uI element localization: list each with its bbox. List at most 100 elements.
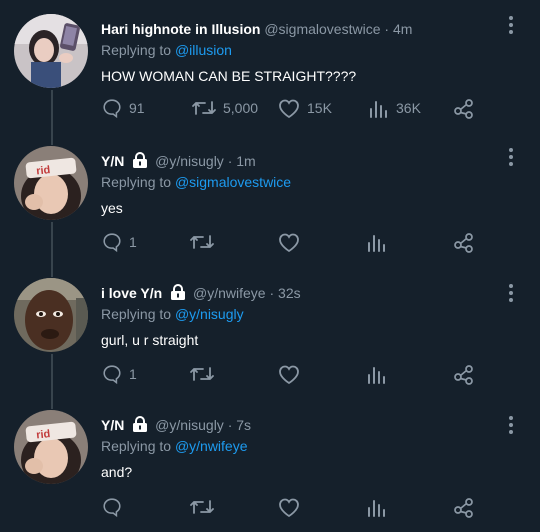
like-icon	[279, 99, 299, 119]
tweet-text: gurl, u r straight	[101, 332, 199, 348]
views-icon	[368, 500, 385, 517]
retweet-count: 5,000	[223, 100, 259, 116]
views-button[interactable]	[366, 231, 388, 253]
share-button[interactable]	[453, 363, 475, 385]
like-button[interactable]	[277, 496, 301, 518]
views-button[interactable]: 36K	[368, 97, 421, 119]
tweet-text: and?	[101, 464, 133, 480]
replying-to: Replying to @y/nisugly	[101, 306, 510, 322]
separator: ·	[227, 153, 233, 169]
tweet-header: i love Y/n @y/nwifeye · 32s	[101, 284, 510, 302]
handle[interactable]: @sigmalovestwice	[264, 21, 380, 37]
retweet-icon	[190, 235, 214, 249]
tweet-actions: 91 5,000 15K 36K	[101, 97, 481, 121]
share-icon	[454, 498, 473, 518]
lock-icon	[171, 284, 186, 300]
handle[interactable]: @y/nwifeye	[193, 285, 266, 301]
retweet-icon	[190, 500, 214, 514]
separator: ·	[384, 21, 390, 37]
retweet-button[interactable]	[189, 496, 215, 518]
timestamp[interactable]: 7s	[236, 417, 251, 433]
reply-count: 1	[129, 234, 137, 250]
thread-line	[51, 90, 53, 145]
reply-button[interactable]: 1	[101, 363, 137, 385]
mention-link[interactable]: @sigmalovestwice	[175, 174, 291, 190]
thread-line	[51, 222, 53, 277]
like-count: 15K	[307, 100, 332, 116]
more-icon[interactable]	[508, 148, 514, 168]
avatar[interactable]	[14, 14, 88, 88]
more-icon[interactable]	[508, 16, 514, 36]
mention-link[interactable]: @illusion	[175, 42, 232, 58]
display-name[interactable]: i love Y/n	[101, 285, 162, 301]
display-name[interactable]: Y/N	[101, 417, 124, 433]
avatar[interactable]: rid	[14, 146, 88, 220]
views-button[interactable]	[366, 496, 388, 518]
tweet-header: Y/N @y/nisugly · 1m	[101, 152, 510, 170]
display-name[interactable]: Y/N	[101, 153, 124, 169]
views-icon	[368, 235, 385, 252]
mention-link[interactable]: @y/nwifeye	[175, 438, 248, 454]
headband-text: rid	[36, 428, 51, 441]
reply-icon	[103, 498, 121, 518]
avatar[interactable]: rid	[14, 410, 88, 484]
view-count: 36K	[396, 100, 421, 116]
like-icon	[279, 365, 299, 385]
tweet-actions: 1	[101, 231, 481, 255]
tweet-header: Y/N @y/nisugly · 7s	[101, 416, 510, 434]
lock-icon	[133, 416, 148, 432]
reply-icon	[103, 233, 121, 253]
like-button[interactable]	[277, 231, 301, 253]
thread-line	[51, 354, 53, 409]
timestamp[interactable]: 1m	[236, 153, 255, 169]
tweet-actions: 1	[101, 363, 481, 387]
replying-to: Replying to @sigmalovestwice	[101, 174, 510, 190]
views-icon	[370, 101, 387, 118]
timestamp[interactable]: 4m	[393, 21, 412, 37]
handle[interactable]: @y/nisugly	[155, 417, 224, 433]
tweet-actions	[101, 496, 481, 520]
replying-to: Replying to @y/nwifeye	[101, 438, 510, 454]
mention-link[interactable]: @y/nisugly	[175, 306, 244, 322]
handle[interactable]: @y/nisugly	[155, 153, 224, 169]
like-icon	[279, 233, 299, 253]
more-icon[interactable]	[508, 416, 514, 436]
retweet-icon	[190, 367, 214, 381]
reply-count: 91	[129, 100, 145, 116]
timestamp[interactable]: 32s	[278, 285, 301, 301]
retweet-button[interactable]: 5,000	[191, 97, 258, 119]
reply-button[interactable]	[101, 496, 123, 518]
share-icon	[454, 99, 473, 119]
avatar[interactable]	[14, 278, 88, 352]
replying-to: Replying to @illusion	[101, 42, 510, 58]
reply-button[interactable]: 1	[101, 231, 137, 253]
retweet-button[interactable]	[189, 231, 215, 253]
views-icon	[368, 367, 385, 384]
more-icon[interactable]	[508, 284, 514, 304]
headband-text: rid	[36, 164, 51, 177]
display-name[interactable]: Hari highnote in Illusion	[101, 21, 260, 37]
reply-icon	[103, 365, 121, 385]
like-button[interactable]	[277, 363, 301, 385]
replying-label: Replying to	[101, 42, 172, 58]
separator: ·	[269, 285, 275, 301]
tweet-header: Hari highnote in Illusion @sigmalovestwi…	[101, 20, 510, 38]
replying-label: Replying to	[101, 174, 172, 190]
retweet-button[interactable]	[189, 363, 215, 385]
share-button[interactable]	[453, 496, 475, 518]
reply-button[interactable]: 91	[101, 97, 145, 119]
share-icon	[454, 233, 473, 253]
replying-label: Replying to	[101, 306, 172, 322]
views-button[interactable]	[366, 363, 388, 385]
reply-icon	[103, 99, 121, 119]
like-button[interactable]: 15K	[277, 97, 332, 119]
share-button[interactable]	[453, 97, 475, 119]
replying-label: Replying to	[101, 438, 172, 454]
lock-icon	[133, 152, 148, 168]
reply-count: 1	[129, 366, 137, 382]
tweet-text: yes	[101, 200, 123, 216]
like-icon	[279, 498, 299, 518]
share-button[interactable]	[453, 231, 475, 253]
separator: ·	[227, 417, 233, 433]
tweet-text: HOW WOMAN CAN BE STRAIGHT????	[101, 68, 357, 84]
